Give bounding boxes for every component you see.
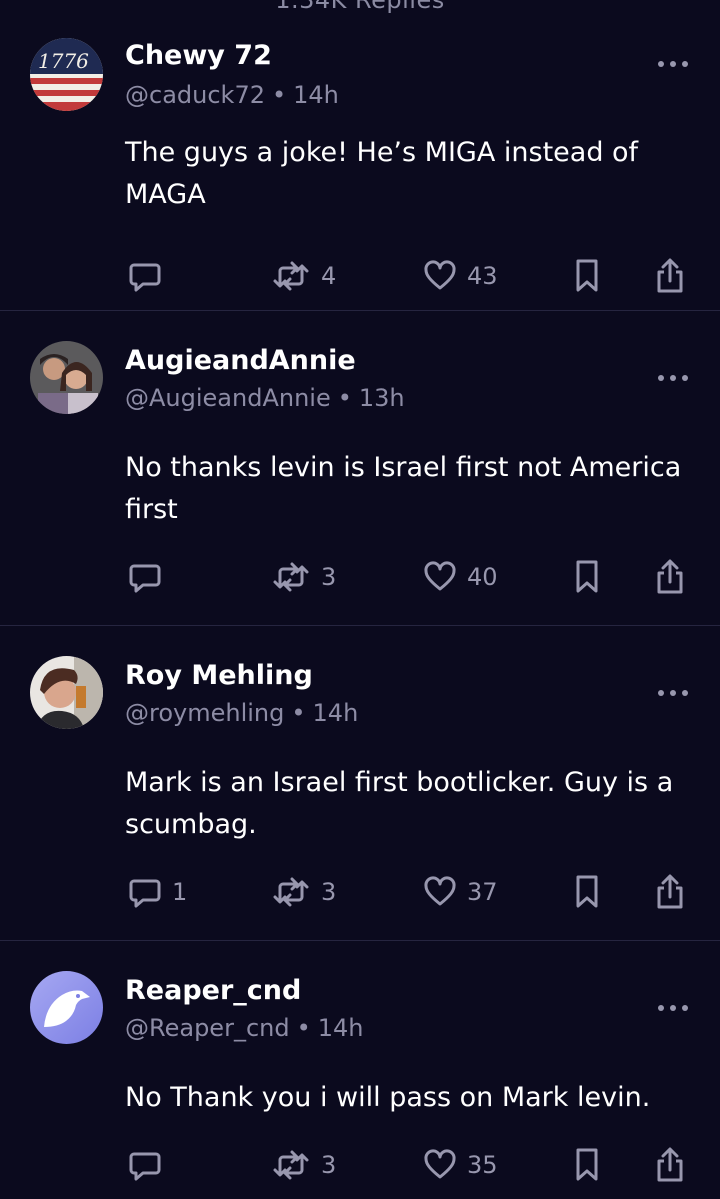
separator-dot: • [337,384,352,412]
repost-count: 3 [321,878,337,906]
action-bar: 4 43 [0,258,720,298]
like-count: 35 [467,1151,498,1179]
repost-count: 3 [321,1151,337,1179]
more-horizontal-icon[interactable] [656,687,690,699]
repost-button[interactable]: 4 [271,258,336,294]
speech-bubble-icon [129,879,161,908]
handle[interactable]: @AugieandAnnie [125,384,331,412]
reply-button[interactable]: 1 [128,874,187,910]
share-button[interactable] [654,874,686,910]
share-icon [657,559,683,594]
avatar[interactable] [30,341,103,414]
share-icon [657,874,683,909]
display-name[interactable]: AugieandAnnie [125,345,356,376]
reply-post[interactable]: Reaper_cnd @Reaper_cnd • 14h No Thank you … [0,941,720,1199]
timestamp: 14h [293,81,339,109]
handle[interactable]: @roymehling [125,699,284,727]
post-meta: @Reaper_cnd • 14h [125,1014,363,1042]
repost-button[interactable]: 3 [271,874,336,910]
post-text: Mark is an Israel first bootlicker. Guy … [125,767,674,840]
heart-icon [424,561,456,591]
like-count: 40 [467,563,498,591]
like-count: 37 [467,878,498,906]
action-bar: 1 3 37 [0,874,720,914]
share-button[interactable] [654,1147,686,1183]
share-button[interactable] [654,258,686,294]
display-name[interactable]: Chewy 72 [125,40,272,71]
display-name[interactable]: Reaper_cnd [125,975,301,1006]
repost-arrows-icon [273,562,309,592]
share-icon [657,1147,683,1182]
bookmark-icon [576,1148,598,1181]
bookmark-button[interactable] [574,258,600,294]
speech-bubble-icon [129,263,161,292]
bookmark-icon [576,875,598,908]
repost-count: 3 [321,563,337,591]
display-name[interactable]: Roy Mehling [125,660,313,691]
avatar[interactable] [30,656,103,729]
timestamp: 14h [317,1014,364,1042]
avatar-lettering: 1776 [38,49,89,73]
handle[interactable]: @Reaper_cnd [125,1014,290,1042]
like-button[interactable]: 43 [423,258,498,294]
bookmark-button[interactable] [574,1147,600,1183]
more-horizontal-icon[interactable] [656,1002,690,1014]
heart-icon [424,876,456,906]
like-count: 43 [467,262,498,290]
reply-button[interactable] [128,559,172,595]
reply-count: 1 [172,878,188,906]
post-text: No thanks levin is Israel first not Amer… [125,452,682,525]
timestamp: 14h [312,699,359,727]
heart-icon [424,1149,456,1179]
reply-button[interactable] [128,258,172,294]
post-meta: @caduck72 • 14h [125,81,339,109]
like-button[interactable]: 40 [423,559,498,595]
bookmark-icon [576,259,598,292]
avatar[interactable] [30,971,103,1044]
repost-arrows-icon [273,261,309,291]
action-bar: 3 40 [0,559,720,599]
separator-dot: • [291,699,306,727]
action-bar: 3 35 [0,1147,720,1187]
repost-button[interactable]: 3 [271,559,336,595]
avatar[interactable]: 1776 [30,38,103,111]
post-text: The guys a joke! He’s MIGA instead of MA… [125,137,639,210]
repost-arrows-icon [273,877,309,907]
speech-bubble-icon [129,1152,161,1181]
repost-button[interactable]: 3 [271,1147,336,1183]
separator-dot: • [296,1014,311,1042]
bookmark-button[interactable] [574,874,600,910]
timestamp: 13h [358,384,405,412]
reply-button[interactable] [128,1147,172,1183]
more-horizontal-icon[interactable] [656,372,690,384]
bookmark-icon [576,560,598,593]
post-text: No Thank you i will pass on Mark levin. [125,1082,651,1113]
separator-dot: • [271,81,287,109]
handle[interactable]: @caduck72 [125,81,265,109]
repost-arrows-icon [273,1150,309,1180]
repost-count: 4 [321,262,337,290]
reply-post[interactable]: 1776 Chewy 72 @caduck72 • 14h The guys a j… [0,12,720,311]
reply-post[interactable]: AugieandAnnie @AugieandAnnie • 13h No than… [0,311,720,626]
post-meta: @roymehling • 14h [125,699,358,727]
like-button[interactable]: 37 [423,874,498,910]
more-horizontal-icon[interactable] [656,58,690,70]
like-button[interactable]: 35 [423,1147,498,1183]
heart-icon [424,260,456,290]
reply-post[interactable]: Roy Mehling @roymehling • 14h Mark is an I… [0,626,720,941]
post-meta: @AugieandAnnie • 13h [125,384,405,412]
bookmark-button[interactable] [574,559,600,595]
share-button[interactable] [654,559,686,595]
share-icon [657,258,683,293]
speech-bubble-icon [129,564,161,593]
